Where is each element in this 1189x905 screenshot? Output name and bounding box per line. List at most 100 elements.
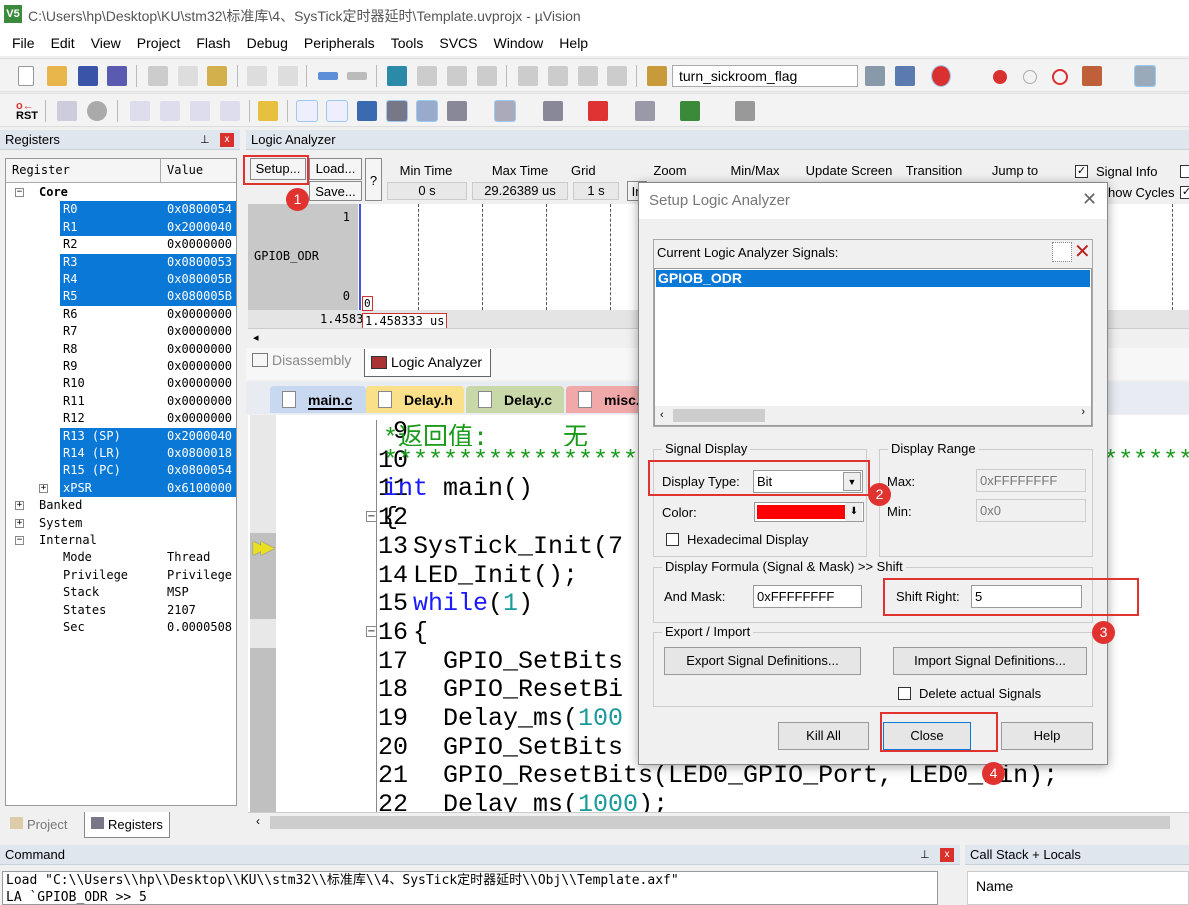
expand-icon[interactable]: +: [15, 518, 24, 528]
menu-peripherals[interactable]: Peripherals: [296, 30, 383, 56]
step-into-icon[interactable]: [130, 101, 150, 121]
register-row[interactable]: R1 0x2000040: [6, 218, 236, 237]
disassembly-window-icon[interactable]: [326, 100, 348, 122]
register-row[interactable]: R15 (PC) 0x0800054: [6, 462, 236, 480]
load-button[interactable]: Load...: [309, 158, 362, 180]
register-row[interactable]: R3 0x0800053: [6, 253, 236, 271]
register-row[interactable]: − Core: [6, 184, 236, 201]
amplitude-checkbox[interactable]: [1180, 165, 1189, 178]
register-row[interactable]: R7 0x0000000: [6, 323, 236, 340]
menu-project[interactable]: Project: [129, 30, 189, 56]
close-icon[interactable]: x: [220, 133, 234, 147]
signals-list-scrollbar[interactable]: ‹ ›: [655, 406, 1091, 425]
tab-logic-analyzer[interactable]: Logic Analyzer: [364, 349, 492, 377]
column-header-value[interactable]: Value: [161, 159, 236, 183]
register-row[interactable]: R4 0x080005B: [6, 271, 236, 289]
register-row[interactable]: R2 0x0000000: [6, 236, 236, 253]
register-row[interactable]: R10 0x0000000: [6, 375, 236, 392]
min-input[interactable]: 0x0: [976, 499, 1086, 522]
signal-list-item[interactable]: GPIOB_ODR: [656, 270, 1090, 287]
register-row[interactable]: R12 0x0000000: [6, 410, 236, 427]
file-tab-delay-c[interactable]: Delay.c: [466, 386, 564, 413]
column-header-name[interactable]: Name: [967, 871, 1189, 905]
system-viewer-icon[interactable]: [680, 101, 700, 121]
collapse-icon[interactable]: −: [15, 536, 24, 545]
menu-help[interactable]: Help: [551, 30, 596, 56]
new-signal-icon[interactable]: [1052, 242, 1072, 262]
trace-window-icon[interactable]: [635, 101, 655, 121]
register-row[interactable]: + System: [6, 515, 236, 532]
menu-svcs[interactable]: SVCS: [431, 30, 485, 56]
register-row[interactable]: R8 0x0000000: [6, 341, 236, 358]
menu-view[interactable]: View: [83, 30, 129, 56]
register-row[interactable]: + xPSR 0x6100000: [6, 479, 236, 498]
register-row[interactable]: Sec 0.0000508: [6, 619, 236, 636]
signal-info-checkbox[interactable]: ✓: [1075, 165, 1088, 178]
indent-icon[interactable]: [518, 66, 538, 86]
register-row[interactable]: R0 0x0800054: [6, 201, 236, 219]
menu-file[interactable]: File: [4, 30, 43, 56]
register-row[interactable]: Stack MSP: [6, 584, 236, 601]
navigate-forward-icon[interactable]: [347, 72, 367, 80]
export-signal-definitions-button[interactable]: Export Signal Definitions...: [664, 647, 861, 675]
menu-tools[interactable]: Tools: [383, 30, 432, 56]
stop-icon[interactable]: [87, 101, 107, 121]
register-row[interactable]: R6 0x0000000: [6, 306, 236, 323]
kill-breakpoints-icon[interactable]: [1052, 69, 1068, 85]
expand-icon[interactable]: +: [39, 483, 48, 493]
run-to-cursor-icon[interactable]: [220, 101, 240, 121]
command-output[interactable]: Load "C:\\Users\\hp\\Desktop\\KU\\stm32\…: [2, 871, 938, 905]
step-out-icon[interactable]: [190, 101, 210, 121]
fold-icon[interactable]: −: [366, 625, 377, 637]
registers-window-icon[interactable]: [386, 100, 408, 122]
and-mask-input[interactable]: 0xFFFFFFFF: [753, 585, 862, 608]
redo-icon[interactable]: [278, 66, 298, 86]
comment-icon[interactable]: [578, 66, 598, 86]
undo-icon[interactable]: [247, 66, 267, 86]
register-row[interactable]: States 2107: [6, 602, 236, 619]
navigate-back-icon[interactable]: [318, 72, 338, 80]
menu-window[interactable]: Window: [486, 30, 552, 56]
disable-breakpoint-icon[interactable]: [1023, 70, 1037, 84]
register-row[interactable]: R14 (LR) 0x0800018: [6, 445, 236, 463]
tab-registers[interactable]: Registers: [84, 812, 170, 838]
find-icon[interactable]: [865, 66, 885, 86]
command-window-icon[interactable]: [296, 100, 318, 122]
run-icon[interactable]: [57, 101, 77, 121]
incremental-find-icon[interactable]: [895, 66, 915, 86]
register-row[interactable]: R13 (SP) 0x2000040: [6, 427, 236, 445]
window-layout-icon[interactable]: [1134, 65, 1156, 87]
new-file-icon[interactable]: [18, 66, 34, 86]
find-combo[interactable]: turn_sickroom_flag: [672, 65, 858, 87]
next-bookmark-icon[interactable]: [447, 66, 467, 86]
editor-horizontal-scrollbar[interactable]: ‹: [248, 812, 1189, 832]
paste-icon[interactable]: [207, 66, 227, 86]
toolbox-icon[interactable]: [735, 101, 755, 121]
bookmark-icon[interactable]: [387, 66, 407, 86]
clear-bookmarks-icon[interactable]: [477, 66, 497, 86]
help-button[interactable]: ?: [365, 158, 382, 201]
unindent-icon[interactable]: [548, 66, 568, 86]
uncomment-icon[interactable]: [607, 66, 627, 86]
pin-icon[interactable]: ⊥: [200, 133, 210, 146]
signals-list[interactable]: GPIOB_ODR ‹ ›: [654, 268, 1092, 426]
hexadecimal-display-checkbox[interactable]: [666, 533, 679, 546]
color-picker[interactable]: ⬇: [754, 502, 864, 522]
signal-name[interactable]: GPIOB_ODR: [254, 249, 319, 263]
menu-flash[interactable]: Flash: [188, 30, 238, 56]
register-row[interactable]: − Internal: [6, 532, 236, 549]
serial-window-icon[interactable]: [543, 101, 563, 121]
memory-window-icon[interactable]: [494, 100, 516, 122]
fold-icon[interactable]: −: [366, 511, 377, 523]
dialog-close-icon[interactable]: ✕: [1082, 189, 1097, 210]
breakpoint-icon[interactable]: [993, 70, 1007, 84]
save-icon[interactable]: [78, 66, 98, 86]
kill-all-button[interactable]: Kill All: [778, 722, 869, 750]
file-tab-delay-h[interactable]: Delay.h: [366, 386, 464, 413]
dropdown-arrow-icon[interactable]: ⬇: [846, 503, 862, 521]
open-folder-icon[interactable]: [47, 66, 67, 86]
menu-debug[interactable]: Debug: [239, 30, 296, 56]
prev-bookmark-icon[interactable]: [417, 66, 437, 86]
tab-project[interactable]: Project: [4, 812, 73, 838]
symbols-window-icon[interactable]: [357, 101, 377, 121]
